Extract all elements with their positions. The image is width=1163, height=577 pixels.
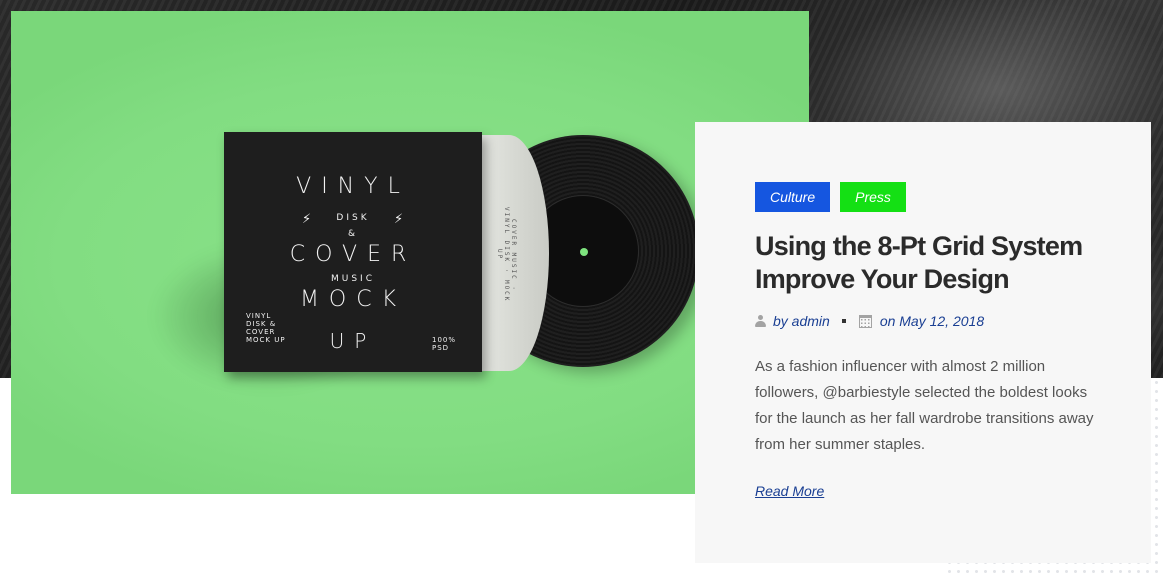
article-tags: Culture Press bbox=[755, 182, 906, 212]
article-meta: by admin on May 12, 2018 bbox=[755, 313, 984, 329]
record-center-dot bbox=[580, 248, 588, 256]
calendar-icon bbox=[858, 314, 872, 328]
album-cover: VINYL ⚡ DISK ⚡ & COVER MUSIC MOCK UP VIN… bbox=[224, 132, 482, 372]
cover-title-mock: MOCK bbox=[299, 287, 407, 312]
article-title[interactable]: Using the 8-Pt Grid System Improve Your … bbox=[755, 230, 1085, 296]
cover-corner-text-left: VINYL DISK & COVER MOCK UP bbox=[246, 312, 286, 344]
author-link[interactable]: by admin bbox=[773, 313, 830, 329]
user-icon bbox=[755, 315, 766, 327]
meta-separator bbox=[841, 319, 846, 323]
cover-corner-text-right: 100% PSD bbox=[432, 336, 457, 352]
record-inner-sleeve: COVER MUSIC · VINYL DISK · MOCK UP bbox=[471, 135, 549, 371]
post-date-link[interactable]: on May 12, 2018 bbox=[880, 313, 984, 329]
cover-text-disk: DISK bbox=[336, 213, 370, 223]
article-excerpt: As a fashion influencer with almost 2 mi… bbox=[755, 358, 1094, 453]
sleeve-text: COVER MUSIC · VINYL DISK · MOCK UP bbox=[496, 207, 517, 303]
cover-text-music: MUSIC bbox=[330, 274, 375, 284]
featured-image[interactable]: COVER MUSIC · VINYL DISK · MOCK UP VINYL… bbox=[11, 11, 809, 494]
cover-text-amp: & bbox=[347, 229, 359, 239]
article-card: Culture Press Using the 8-Pt Grid System… bbox=[695, 122, 1151, 563]
tag-culture[interactable]: Culture bbox=[755, 182, 831, 212]
tag-press[interactable]: Press bbox=[840, 182, 906, 212]
bolt-right-icon: ⚡ bbox=[394, 212, 404, 227]
read-more-link[interactable]: Read More bbox=[755, 483, 824, 499]
cover-title-cover: COVER bbox=[289, 242, 417, 267]
cover-title-vinyl: VINYL bbox=[296, 174, 410, 199]
